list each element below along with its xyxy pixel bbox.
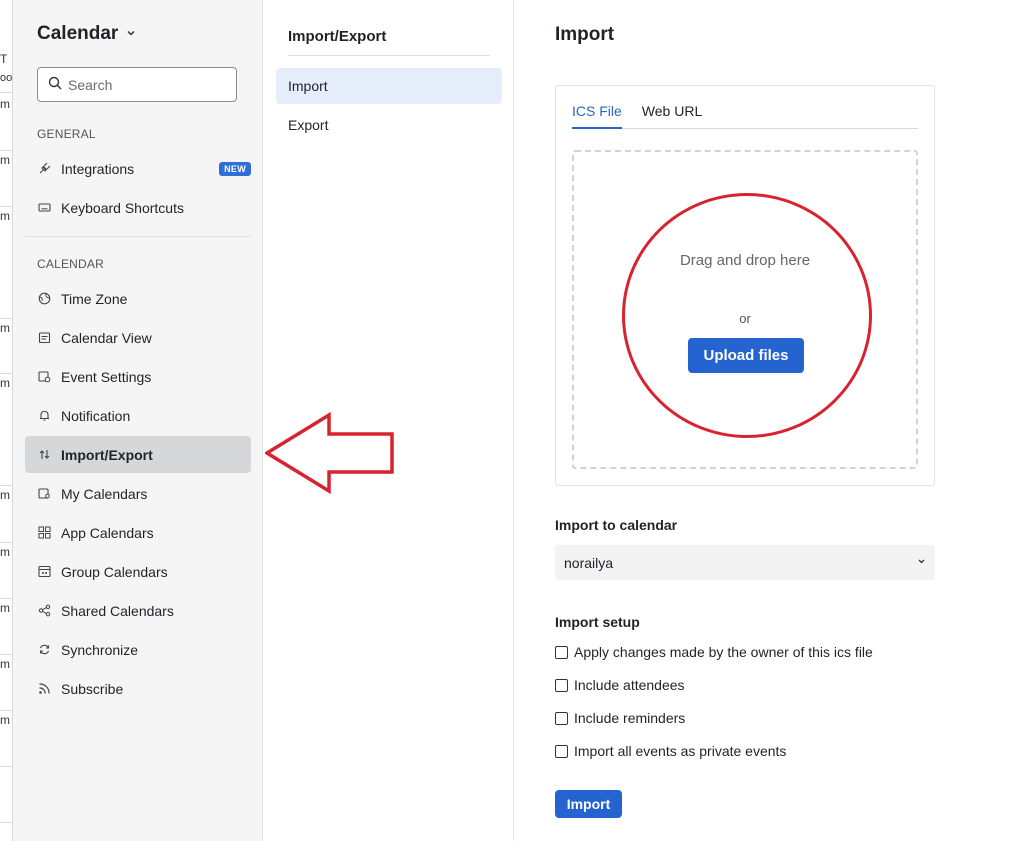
menu-item-label: Export — [288, 117, 329, 133]
sidebar-item-label: Calendar View — [61, 329, 152, 346]
sidebar-item-label: Subscribe — [61, 680, 124, 697]
option-apply-changes[interactable]: Apply changes made by the owner of this … — [555, 644, 873, 660]
source-tabs: ICS File Web URL — [572, 102, 918, 129]
search-icon — [48, 76, 62, 93]
background-text: m — [0, 321, 10, 335]
sidebar-item-calendar-view[interactable]: Calendar View — [25, 319, 251, 356]
chevron-down-icon — [126, 28, 136, 41]
sidebar-item-label: Group Calendars — [61, 563, 168, 580]
sidebar-divider — [25, 236, 251, 237]
settings-sidebar: Calendar GENERAL Integrations NEW Keyboa… — [13, 0, 263, 841]
keyboard-icon — [37, 200, 52, 215]
background-text: m — [0, 209, 10, 223]
import-to-calendar-label: Import to calendar — [555, 517, 678, 533]
sidebar-item-synchronize[interactable]: Synchronize — [25, 631, 251, 668]
or-text: or — [739, 311, 751, 326]
sidebar-item-shared-calendars[interactable]: Shared Calendars — [25, 592, 251, 629]
my-calendars-icon — [37, 486, 52, 501]
background-text: m — [0, 376, 10, 390]
option-label: Include reminders — [574, 710, 686, 726]
chevron-down-icon — [917, 557, 926, 569]
globe-icon — [37, 291, 52, 306]
sidebar-item-subscribe[interactable]: Subscribe — [25, 670, 251, 707]
background-text: m — [0, 97, 10, 111]
search-box[interactable] — [37, 67, 237, 102]
background-text: m — [0, 153, 10, 167]
background-text: m — [0, 601, 10, 615]
sidebar-item-label: Shared Calendars — [61, 602, 174, 619]
app-title: Calendar — [37, 23, 119, 44]
option-label: Import all events as private events — [574, 743, 787, 759]
calendar-section-label: CALENDAR — [37, 257, 104, 271]
checkbox[interactable] — [555, 711, 568, 725]
calendar-select[interactable]: norailya — [555, 545, 935, 580]
sidebar-item-label: App Calendars — [61, 524, 154, 541]
event-settings-icon — [37, 369, 52, 384]
option-label: Apply changes made by the owner of this … — [574, 644, 873, 660]
sidebar-item-label: Import/Export — [61, 446, 153, 463]
search-input[interactable] — [68, 76, 218, 93]
sync-icon — [37, 642, 52, 657]
sidebar-item-label: Synchronize — [61, 641, 139, 658]
upload-files-button[interactable]: Upload files — [688, 338, 804, 373]
new-badge: NEW — [219, 161, 251, 176]
sidebar-item-integrations[interactable]: Integrations NEW — [25, 150, 251, 187]
background-text: m — [0, 713, 10, 727]
page-title: Import — [555, 24, 615, 45]
background-calendar-strip: T oo m m m m m m m m m m — [0, 0, 13, 841]
sidebar-item-app-calendars[interactable]: App Calendars — [25, 514, 251, 551]
sidebar-item-keyboard-shortcuts[interactable]: Keyboard Shortcuts — [25, 189, 251, 226]
apps-grid-icon — [37, 525, 52, 540]
sidebar-item-group-calendars[interactable]: Group Calendars — [25, 553, 251, 590]
calendar-app-switcher[interactable]: Calendar — [37, 23, 136, 45]
menu-item-label: Import — [288, 78, 328, 94]
share-icon — [37, 603, 52, 618]
drag-drop-text: Drag and drop here — [679, 252, 811, 269]
general-section-label: GENERAL — [37, 127, 96, 141]
file-dropzone[interactable]: Drag and drop here or Upload files — [572, 150, 918, 469]
option-include-attendees[interactable]: Include attendees — [555, 677, 685, 693]
option-include-reminders[interactable]: Include reminders — [555, 710, 685, 726]
checkbox[interactable] — [555, 645, 568, 659]
sidebar-item-label: Time Zone — [61, 290, 128, 307]
sidebar-item-notification[interactable]: Notification — [25, 397, 251, 434]
menu-title: Import/Export — [288, 28, 387, 45]
import-setup-label: Import setup — [555, 614, 640, 630]
background-text: m — [0, 545, 10, 559]
checkbox[interactable] — [555, 744, 568, 758]
sidebar-item-label: My Calendars — [61, 485, 148, 502]
import-export-icon — [37, 447, 52, 462]
background-text: m — [0, 488, 10, 502]
sidebar-item-import-export[interactable]: Import/Export — [25, 436, 251, 473]
import-button[interactable]: Import — [555, 790, 622, 818]
import-source-panel: ICS File Web URL Drag and drop here or U… — [555, 85, 935, 486]
calendar-select-value: norailya — [564, 554, 614, 571]
option-label: Include attendees — [574, 677, 685, 693]
tab-web-url[interactable]: Web URL — [642, 102, 702, 129]
sidebar-item-label: Keyboard Shortcuts — [61, 199, 184, 216]
option-private-events[interactable]: Import all events as private events — [555, 743, 786, 759]
sidebar-item-label: Integrations — [61, 160, 135, 177]
rss-icon — [37, 681, 52, 696]
group-calendar-icon — [37, 564, 52, 579]
checkbox[interactable] — [555, 678, 568, 692]
sidebar-item-label: Notification — [61, 407, 131, 424]
menu-divider — [288, 55, 490, 56]
sidebar-item-my-calendars[interactable]: My Calendars — [25, 475, 251, 512]
plug-icon — [37, 161, 52, 176]
sidebar-item-event-settings[interactable]: Event Settings — [25, 358, 251, 395]
bell-icon — [37, 408, 52, 423]
background-text: T — [0, 52, 8, 66]
tab-ics-file[interactable]: ICS File — [572, 102, 622, 129]
background-text: m — [0, 657, 10, 671]
import-export-menu: Import/Export Import Export — [264, 0, 514, 841]
sidebar-item-time-zone[interactable]: Time Zone — [25, 280, 251, 317]
menu-item-import[interactable]: Import — [276, 68, 502, 104]
background-text: oo — [0, 72, 13, 84]
sidebar-item-label: Event Settings — [61, 368, 152, 385]
calendar-view-icon — [37, 330, 52, 345]
menu-item-export[interactable]: Export — [276, 107, 502, 143]
